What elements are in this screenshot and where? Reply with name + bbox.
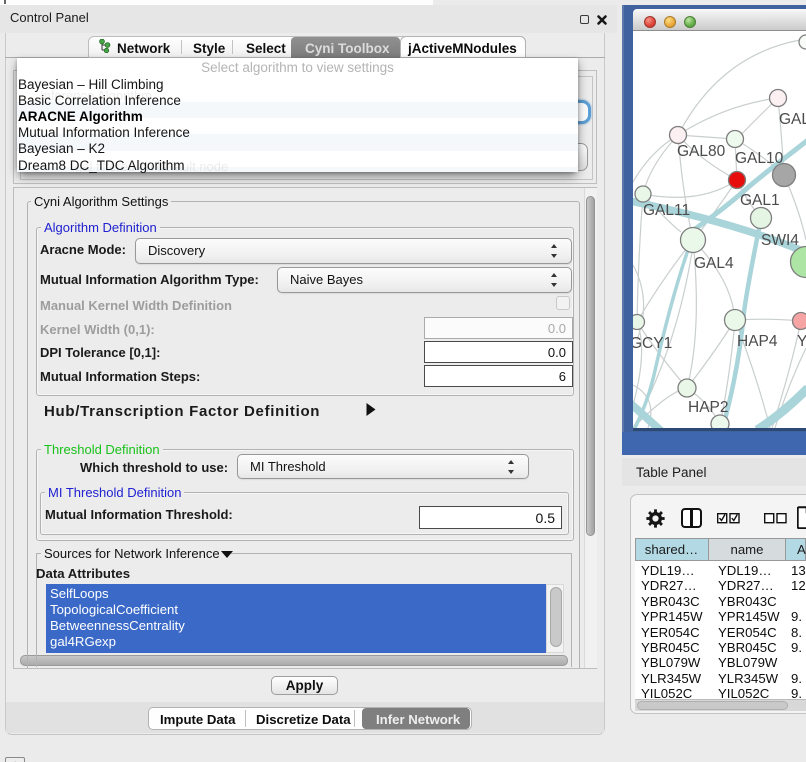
svg-text:SWI4: SWI4 — [761, 232, 799, 249]
svg-text:HAP4: HAP4 — [737, 333, 778, 350]
svg-text:Y: Y — [797, 333, 806, 350]
svg-text:GAL1: GAL1 — [740, 192, 780, 209]
svg-text:GAL: GAL — [779, 111, 806, 128]
svg-text:HAP2: HAP2 — [688, 399, 729, 416]
svg-text:GAL4: GAL4 — [694, 255, 734, 272]
svg-text:GCY1: GCY1 — [633, 335, 672, 352]
svg-text:GAL10: GAL10 — [735, 150, 784, 167]
svg-text:GAL11: GAL11 — [643, 202, 690, 219]
svg-text:GAL80: GAL80 — [677, 143, 726, 160]
